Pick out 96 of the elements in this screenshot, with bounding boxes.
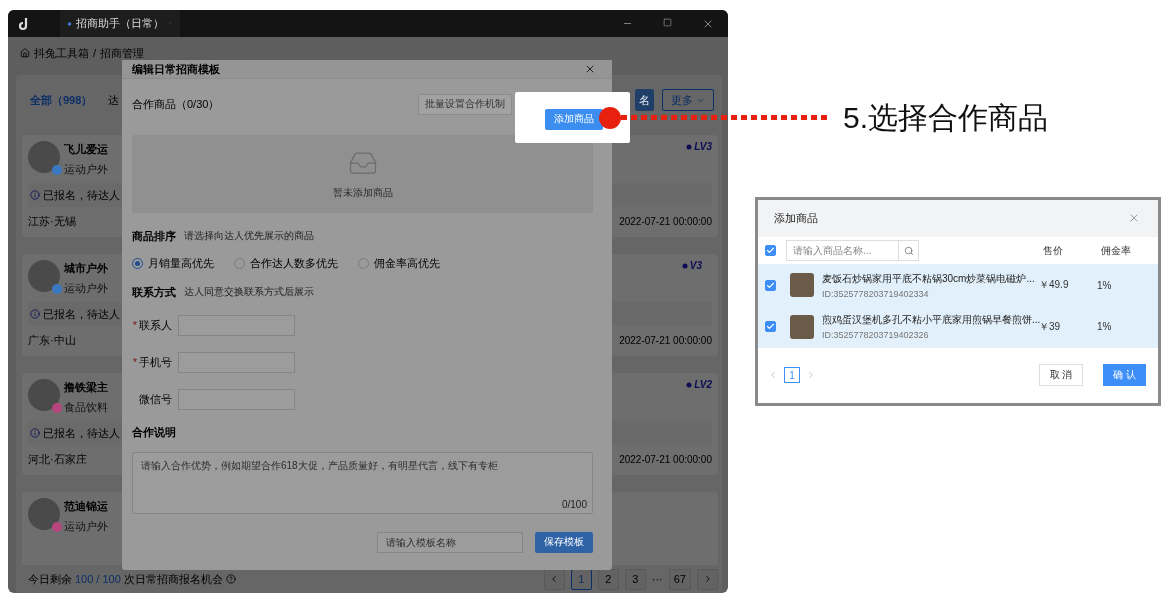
- creator-category: 运动户外: [64, 162, 108, 177]
- filter-tab[interactable]: 达: [108, 92, 120, 108]
- sort-radio[interactable]: 佣金率高优先: [358, 255, 440, 271]
- notes-label: 合作说明: [132, 424, 176, 440]
- contact-label: 联系方式: [132, 284, 176, 300]
- creator-name: 飞儿爱运: [64, 142, 108, 157]
- info-icon: [30, 309, 40, 319]
- level-icon: [686, 143, 693, 150]
- status-text: 已报名，待达人: [43, 187, 120, 203]
- info-icon: [30, 190, 40, 200]
- save-template-button[interactable]: 保存模板: [535, 531, 593, 553]
- sort-radio[interactable]: 月销量高优先: [132, 255, 214, 271]
- level-icon: [681, 262, 688, 269]
- help-icon: [225, 574, 236, 584]
- quota-label: 今日剩余: [28, 571, 72, 587]
- contact-hint: 达人同意交换联系方式后展示: [184, 285, 314, 299]
- next-page-button[interactable]: [697, 568, 718, 590]
- location-text: 广东·中山: [28, 332, 76, 348]
- search-icon[interactable]: [898, 240, 919, 261]
- level-label: V3: [681, 260, 702, 271]
- quota-total: 100: [102, 573, 121, 585]
- page-button[interactable]: 3: [624, 568, 646, 590]
- next-page-icon[interactable]: [806, 370, 816, 381]
- dialog-title: 添加商品: [774, 210, 818, 226]
- page-button[interactable]: 67: [668, 568, 691, 590]
- cancel-button[interactable]: 取 消: [1039, 364, 1083, 387]
- product-row[interactable]: 煎鸡蛋汉堡机多孔不粘小平底家用煎锅早餐煎饼... ID:3525778203719402326 ￥39 1%: [758, 305, 1158, 348]
- level-icon: [686, 381, 693, 388]
- signup-button[interactable]: 名: [635, 89, 654, 111]
- dialog-title: 编辑日常招商模板: [132, 61, 220, 77]
- price-cell-text: ￥39: [1039, 319, 1062, 334]
- status-text: 已报名，待达人: [43, 306, 120, 322]
- sort-radio[interactable]: 合作达人数多优先: [234, 255, 338, 271]
- prev-page-icon[interactable]: [768, 370, 778, 381]
- photo-placeholder: [790, 273, 814, 298]
- breadcrumb-separator: /: [93, 47, 97, 59]
- product-name: 煎鸡蛋汉堡机多孔不粘小平底家用煎锅早餐煎饼...: [822, 313, 1039, 328]
- prev-page-button[interactable]: [543, 568, 565, 590]
- product-id: ID:3525778203719402334: [822, 288, 930, 299]
- maximize-icon[interactable]: [663, 17, 672, 27]
- page-button[interactable]: 1: [784, 367, 800, 384]
- batch-settings-button[interactable]: 批量设置合作机制: [418, 93, 512, 115]
- quota-suffix: 次日常招商报名机会: [123, 571, 223, 587]
- confirm-button[interactable]: 确 认: [1103, 364, 1146, 387]
- product-name: 麦饭石炒锅家用平底不粘锅30cm炒菜锅电磁炉...: [822, 271, 1036, 286]
- close-icon[interactable]: [584, 63, 596, 75]
- info-icon: [30, 428, 40, 438]
- home-icon[interactable]: [20, 48, 30, 58]
- row-checkbox[interactable]: [765, 321, 776, 333]
- template-name-field[interactable]: 请输入模板名称: [377, 531, 523, 553]
- photo-placeholder: [790, 314, 814, 339]
- creator-category: 运动户外: [64, 519, 108, 534]
- quota-separator: /: [96, 573, 100, 585]
- page-button[interactable]: 2: [597, 568, 619, 590]
- page-ellipsis: ···: [651, 573, 663, 585]
- creator-category: 食品饮料: [64, 400, 108, 415]
- level-label: LV2: [686, 379, 712, 390]
- select-all-checkbox[interactable]: [765, 245, 776, 256]
- add-products-button[interactable]: 添加商品: [545, 108, 603, 130]
- commission-cell-text: 1%: [1097, 321, 1113, 333]
- char-counter: 0/100: [561, 499, 587, 510]
- field-label: * 手机号: [132, 355, 173, 370]
- quota-remaining: 100: [75, 573, 94, 585]
- app-tab[interactable]: 招商助手（日常）: [60, 10, 180, 37]
- field-label: * 联系人: [132, 318, 173, 333]
- breadcrumb-current: 招商管理: [100, 45, 145, 61]
- product-id: ID:3525778203719402326: [822, 330, 930, 341]
- column-header: 售价: [1043, 243, 1064, 258]
- column-header: 佣金率: [1101, 243, 1132, 258]
- creator-name: 城市户外: [64, 261, 108, 276]
- products-label: 合作商品（0/30）: [132, 96, 220, 112]
- date-text: 2022-07-21 00:00:00: [619, 334, 712, 346]
- commission-cell-text: 1%: [1097, 279, 1113, 291]
- search-field[interactable]: 请输入商品名称...: [786, 240, 898, 261]
- avatar: [28, 141, 60, 173]
- avatar: [28, 498, 60, 530]
- creator-name: 撸铁梁主: [64, 380, 108, 395]
- level-label: LV3: [686, 141, 712, 152]
- empty-text: 暂未添加商品: [332, 186, 393, 200]
- status-text: 已报名，待达人: [43, 425, 120, 441]
- field-label: 微信号: [138, 392, 173, 407]
- callout-text: 5.选择合作商品: [843, 100, 1049, 136]
- date-text: 2022-07-21 00:00:00: [619, 215, 712, 227]
- creator-name: 范迪锦运: [64, 499, 108, 514]
- sort-hint: 请选择向达人优先展示的商品: [184, 229, 314, 243]
- avatar: [28, 260, 60, 292]
- location-text: 江苏·无锡: [28, 213, 76, 229]
- sort-label: 商品排序: [132, 228, 176, 244]
- row-checkbox[interactable]: [765, 279, 776, 291]
- avatar: [28, 379, 60, 411]
- breadcrumb-link[interactable]: 抖兔工具箱: [34, 45, 89, 61]
- date-text: 2022-07-21 00:00:00: [619, 453, 712, 465]
- product-row[interactable]: 麦饭石炒锅家用平底不粘锅30cm炒菜锅电磁炉... ID:3525778203719402334 ￥49.9 1%: [758, 264, 1158, 306]
- location-text: 河北·石家庄: [28, 451, 87, 467]
- price-cell-text: ￥49.9: [1039, 278, 1070, 293]
- creator-category: 运动户外: [64, 281, 108, 296]
